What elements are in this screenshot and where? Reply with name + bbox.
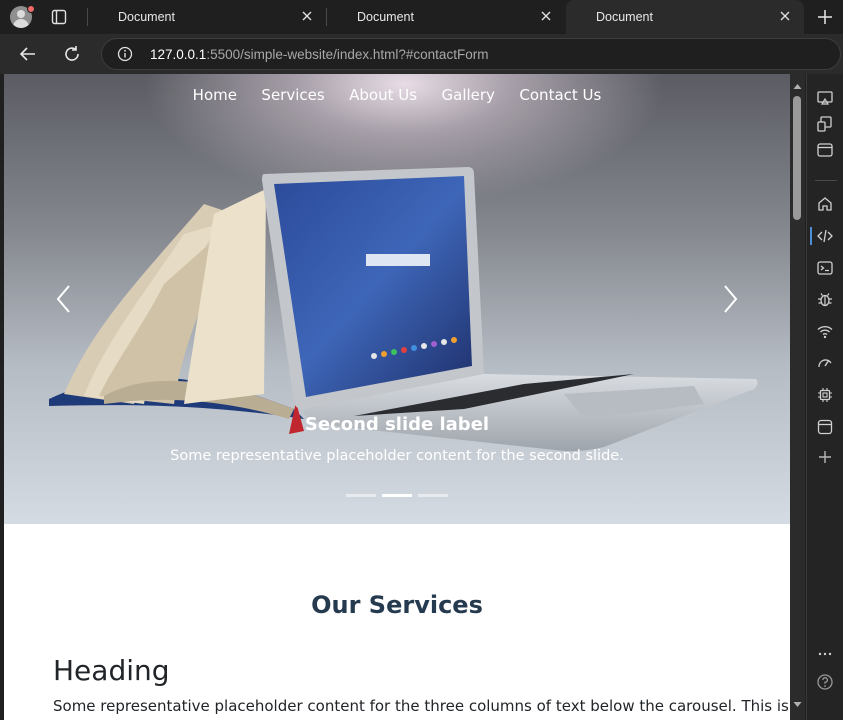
page-scrollbar[interactable] bbox=[790, 74, 805, 720]
notification-dot bbox=[27, 5, 35, 13]
carousel-caption-text: Some representative placeholder content … bbox=[170, 448, 624, 464]
application-icon[interactable] bbox=[816, 418, 834, 436]
tab-2[interactable]: Document bbox=[327, 0, 565, 34]
home-icon[interactable] bbox=[816, 195, 834, 213]
carousel-indicator-1[interactable] bbox=[346, 494, 376, 497]
device-emulation-icon[interactable] bbox=[816, 115, 834, 133]
add-icon[interactable] bbox=[816, 448, 834, 466]
new-tab-icon[interactable] bbox=[815, 7, 835, 27]
tab-actions-icon[interactable] bbox=[50, 8, 68, 26]
nav-contact-us[interactable]: Contact Us bbox=[519, 86, 601, 104]
console-icon[interactable] bbox=[816, 259, 834, 277]
active-indicator bbox=[810, 227, 812, 245]
cast-icon[interactable] bbox=[816, 89, 834, 107]
url-path: :5500/simple-website/index.html?#contact… bbox=[206, 47, 489, 62]
carousel-indicators bbox=[346, 494, 450, 498]
tab-1[interactable]: Document bbox=[88, 0, 326, 34]
nav-home[interactable]: Home bbox=[193, 86, 237, 104]
column-text: Some representative placeholder content … bbox=[53, 697, 789, 715]
window-icon[interactable] bbox=[816, 141, 834, 159]
memory-chip-icon[interactable] bbox=[816, 386, 834, 404]
carousel-indicator-3[interactable] bbox=[418, 494, 448, 497]
more-icon[interactable] bbox=[816, 645, 834, 663]
wifi-icon[interactable] bbox=[816, 322, 834, 340]
url-text: 127.0.0.1:5500/simple-website/index.html… bbox=[150, 47, 488, 62]
back-icon[interactable] bbox=[18, 44, 38, 64]
url-host: 127.0.0.1 bbox=[150, 47, 207, 62]
tab-title: Document bbox=[596, 10, 653, 24]
help-icon[interactable] bbox=[816, 673, 834, 691]
site-info-icon[interactable] bbox=[117, 46, 133, 62]
scroll-up-icon[interactable] bbox=[793, 82, 802, 91]
side-panel-divider bbox=[815, 180, 837, 181]
tab-3-active[interactable]: Document bbox=[566, 0, 804, 34]
carousel-caption-title: Second slide label bbox=[304, 414, 490, 435]
close-icon[interactable] bbox=[778, 9, 792, 23]
scroll-down-icon[interactable] bbox=[793, 700, 802, 709]
code-icon[interactable] bbox=[816, 227, 834, 245]
page-viewport: Home Services About Us Gallery Contact U… bbox=[4, 74, 790, 720]
performance-icon[interactable] bbox=[816, 354, 834, 372]
reload-icon[interactable] bbox=[62, 44, 82, 64]
services-title: Our Services bbox=[311, 591, 483, 619]
nav-about-us[interactable]: About Us bbox=[349, 86, 417, 104]
carousel-prev-icon[interactable] bbox=[52, 282, 76, 316]
close-icon[interactable] bbox=[300, 9, 314, 23]
tab-title: Document bbox=[357, 10, 414, 24]
carousel-indicator-2[interactable] bbox=[382, 494, 412, 497]
column-heading: Heading bbox=[53, 654, 170, 687]
tab-title: Document bbox=[118, 10, 175, 24]
carousel-next-icon[interactable] bbox=[718, 282, 742, 316]
scrollbar-thumb[interactable] bbox=[793, 96, 801, 220]
site-navbar: Home Services About Us Gallery Contact U… bbox=[4, 86, 790, 105]
side-panel bbox=[806, 74, 843, 720]
browser-toolbar: 127.0.0.1:5500/simple-website/index.html… bbox=[0, 34, 843, 74]
address-bar[interactable]: 127.0.0.1:5500/simple-website/index.html… bbox=[101, 38, 841, 70]
bug-icon[interactable] bbox=[816, 290, 834, 308]
nav-gallery[interactable]: Gallery bbox=[442, 86, 495, 104]
tab-strip: Document Document Document bbox=[0, 0, 843, 34]
close-icon[interactable] bbox=[539, 9, 553, 23]
hero-carousel: Home Services About Us Gallery Contact U… bbox=[4, 74, 790, 524]
nav-services[interactable]: Services bbox=[261, 86, 324, 104]
